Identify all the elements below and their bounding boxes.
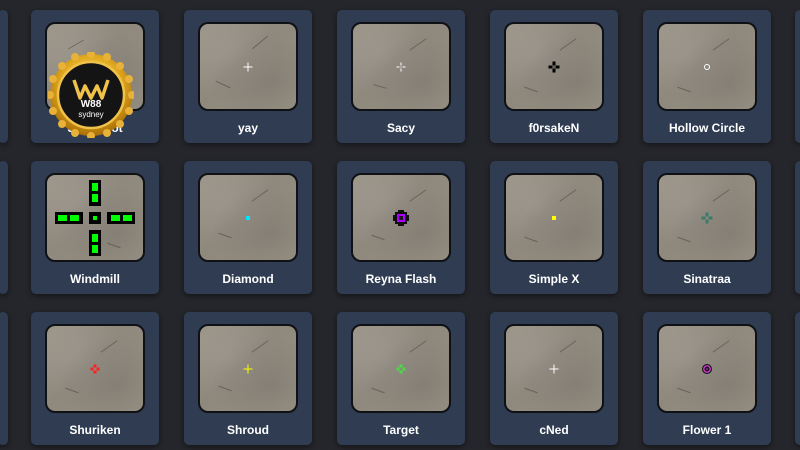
crosshair-preview [504,324,604,413]
crosshair-icon [243,364,253,373]
crosshair-preview [351,173,451,262]
crosshair-card-partial[interactable] [795,10,800,143]
crosshair-name: cNed [539,423,569,437]
crosshair-preview [198,173,298,262]
crosshair-preview [657,173,757,262]
crosshair-name: Windmill [70,272,120,286]
crosshair-icon [393,209,409,226]
crosshair-card[interactable]: Diamond [184,161,312,294]
crosshair-icon [704,63,710,70]
crosshair-preview [657,22,757,111]
crosshair-card[interactable]: f0rsakeN [490,10,618,143]
crosshair-card[interactable]: Simple X [490,161,618,294]
crosshair-preview [198,22,298,111]
crosshair-preview [45,173,145,262]
crosshair-icon [701,212,713,223]
crosshair-name: Sinatraa [683,272,731,286]
crosshair-icon [552,215,556,220]
crosshair-name: Reyna Flash [365,272,437,286]
crosshair-name: Shroud [227,423,269,437]
crosshair-name: Shuriken [69,423,121,437]
crosshair-card[interactable]: Windmill [31,161,159,294]
crosshair-preview [657,324,757,413]
crosshair-name: Diamond [222,272,274,286]
crosshair-card[interactable]: Sinatraa [643,161,771,294]
gold-seal-logo [48,52,134,138]
crosshair-card[interactable]: Shuriken [31,312,159,445]
crosshair-icon [396,364,406,373]
crosshair-icon [396,62,406,71]
crosshair-name: Simple X [528,272,580,286]
crosshair-card-partial[interactable] [0,312,8,445]
crosshair-name: Hollow Circle [668,121,745,135]
crosshair-preview [351,324,451,413]
crosshair-icon [90,364,100,373]
crosshair-grid: Small Dot yay Sacy [0,0,800,450]
crosshair-card-partial[interactable] [0,161,8,294]
crosshair-icon [702,363,712,374]
crosshair-card[interactable]: Hollow Circle [643,10,771,143]
logo-city-text: sydney [78,110,104,119]
crosshair-icon [246,215,250,220]
crosshair-card-partial[interactable] [795,312,800,445]
crosshair-card[interactable]: cNed [490,312,618,445]
crosshair-preview [351,22,451,111]
crosshair-card[interactable]: Sacy [337,10,465,143]
crosshair-preview [504,22,604,111]
crosshair-name: Flower 1 [682,423,732,437]
crosshair-name: Sacy [386,121,416,135]
crosshair-preview [198,324,298,413]
crosshair-icon [548,61,560,72]
crosshair-name: yay [237,121,259,135]
logo-brand-text: W88 [80,99,102,110]
crosshair-preview [504,173,604,262]
crosshair-card[interactable]: Flower 1 [643,312,771,445]
crosshair-icon [549,364,559,373]
crosshair-name: Target [383,423,419,437]
crosshair-card-partial[interactable] [0,10,8,143]
crosshair-card[interactable]: Target [337,312,465,445]
crosshair-preview [45,324,145,413]
crosshair-card-partial[interactable] [795,161,800,294]
crosshair-card[interactable]: Reyna Flash [337,161,465,294]
crosshair-card[interactable]: yay [184,10,312,143]
crosshair-card[interactable]: Shroud [184,312,312,445]
crosshair-icon [55,179,135,256]
crosshair-icon [243,62,253,71]
crosshair-name: f0rsakeN [528,121,580,135]
